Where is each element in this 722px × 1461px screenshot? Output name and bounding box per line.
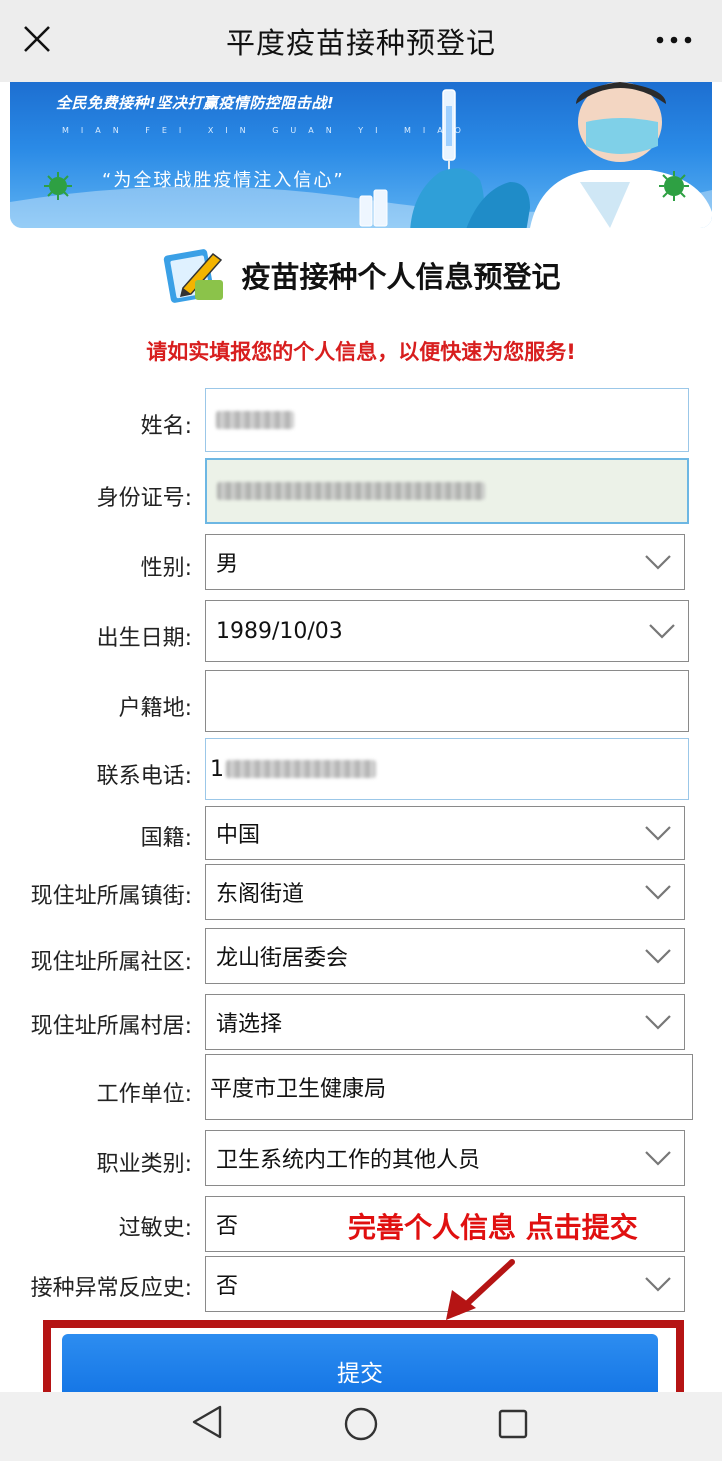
community-select[interactable]: 龙山街居委会 (205, 928, 685, 984)
edit-form-icon (164, 249, 224, 303)
close-icon[interactable] (22, 22, 52, 56)
community-value: 龙山街居委会 (216, 946, 349, 971)
form-row-gender: 性别: 男 (0, 534, 722, 590)
top-navbar: 平度疫苗接种预登记 (0, 0, 722, 82)
allergy-label: 过敏史: (118, 1216, 192, 1241)
form-row-occupation: 职业类别: 卫生系统内工作的其他人员 (0, 1130, 722, 1186)
form-row-phone: 联系电话: 1 (0, 738, 722, 800)
blurred-name-value (216, 411, 294, 429)
employer-value: 平度市卫生健康局 (210, 1077, 387, 1102)
form-row-nationality: 国籍: 中国 (0, 806, 722, 860)
occupation-label: 职业类别: (96, 1152, 192, 1177)
birth-date-select[interactable]: 1989/10/03 (205, 600, 689, 662)
form-row-birth-date: 出生日期: 1989/10/03 (0, 600, 722, 662)
blurred-id-value (217, 482, 485, 500)
village-select[interactable]: 请选择 (205, 994, 685, 1050)
form-row-id: 身份证号: (0, 458, 722, 524)
nationality-label: 国籍: (140, 826, 192, 851)
chevron-down-icon (645, 555, 671, 570)
nationality-select[interactable]: 中国 (205, 806, 685, 860)
village-label: 现住址所属村居: (30, 1014, 192, 1039)
town-value: 东阁街道 (216, 882, 305, 907)
phone-label: 联系电话: (96, 764, 192, 789)
page: 平度疫苗接种预登记 全民免费接种!坚决打赢疫情防控阻击战! MIAN FEI X… (0, 0, 722, 1461)
id-number-label: 身份证号: (96, 486, 192, 511)
vaccine-banner: 全民免费接种!坚决打赢疫情防控阻击战! MIAN FEI XIN GUAN YI… (10, 82, 712, 228)
birth-date-label: 出生日期: (96, 626, 192, 651)
banner-slogan: 全民免费接种!坚决打赢疫情防控阻击战! (56, 94, 335, 112)
chevron-down-icon (645, 1151, 671, 1166)
blurred-phone-value (226, 760, 376, 778)
form-row-adverse-reaction: 接种异常反应史: 否 (0, 1256, 722, 1312)
village-value: 请选择 (216, 1012, 283, 1037)
form-row-village: 现住址所属村居: 请选择 (0, 994, 722, 1050)
name-label: 姓名: (140, 414, 192, 439)
form-title: 疫苗接种个人信息预登记 (241, 260, 561, 294)
town-label: 现住址所属镇街: (30, 884, 192, 909)
system-navigation-bar (0, 1392, 722, 1461)
phone-value-prefix: 1 (210, 756, 224, 782)
household-label: 户籍地: (118, 696, 192, 721)
recent-square-icon[interactable] (497, 1408, 529, 1440)
phone-input[interactable]: 1 (205, 738, 689, 800)
form-row-employer: 工作单位: 平度市卫生健康局 (0, 1054, 722, 1120)
gender-label: 性别: (140, 556, 192, 581)
notice-text: 请如实填报您的个人信息，以便快速为您服务! (146, 340, 576, 364)
annotation-text: 完善个人信息 点击提交 (348, 1211, 638, 1244)
back-triangle-icon[interactable] (190, 1404, 224, 1440)
id-number-input[interactable] (205, 458, 689, 524)
chevron-down-icon (645, 826, 671, 841)
more-icon[interactable] (654, 28, 694, 52)
town-select[interactable]: 东阁街道 (205, 864, 685, 920)
chevron-down-icon (645, 1277, 671, 1292)
household-input[interactable] (205, 670, 689, 732)
nationality-value: 中国 (216, 823, 261, 848)
adverse-reaction-label: 接种异常反应史: (30, 1276, 192, 1301)
chevron-down-icon (645, 949, 671, 964)
name-input[interactable] (205, 388, 689, 452)
adverse-reaction-value: 否 (216, 1274, 239, 1299)
chevron-down-icon (645, 885, 671, 900)
form-row-town: 现住址所属镇街: 东阁街道 (0, 864, 722, 920)
allergy-value: 否 (216, 1214, 239, 1239)
gender-select[interactable]: 男 (205, 534, 685, 590)
community-label: 现住址所属社区: (30, 950, 192, 975)
birth-date-value: 1989/10/03 (216, 618, 343, 644)
banner-pinyin: MIAN FEI XIN GUAN YI MIAO (62, 126, 473, 135)
chevron-down-icon (645, 1015, 671, 1030)
employer-input[interactable]: 平度市卫生健康局 (205, 1054, 693, 1120)
chevron-down-icon (649, 624, 675, 639)
form-heading: 疫苗接种个人信息预登记 (0, 240, 722, 310)
form-row-community: 现住址所属社区: 龙山街居委会 (0, 928, 722, 984)
page-title: 平度疫苗接种预登记 (225, 26, 496, 60)
home-circle-icon[interactable] (343, 1406, 379, 1442)
occupation-value: 卫生系统内工作的其他人员 (216, 1148, 481, 1173)
form-row-household: 户籍地: (0, 670, 722, 732)
gender-value: 男 (216, 552, 239, 577)
banner-quote: “为全球战胜疫情注入信心” (102, 170, 345, 191)
occupation-select[interactable]: 卫生系统内工作的其他人员 (205, 1130, 685, 1186)
annotation-arrow-icon (446, 1259, 515, 1320)
form-row-name: 姓名: (0, 388, 722, 454)
employer-label: 工作单位: (96, 1082, 192, 1107)
